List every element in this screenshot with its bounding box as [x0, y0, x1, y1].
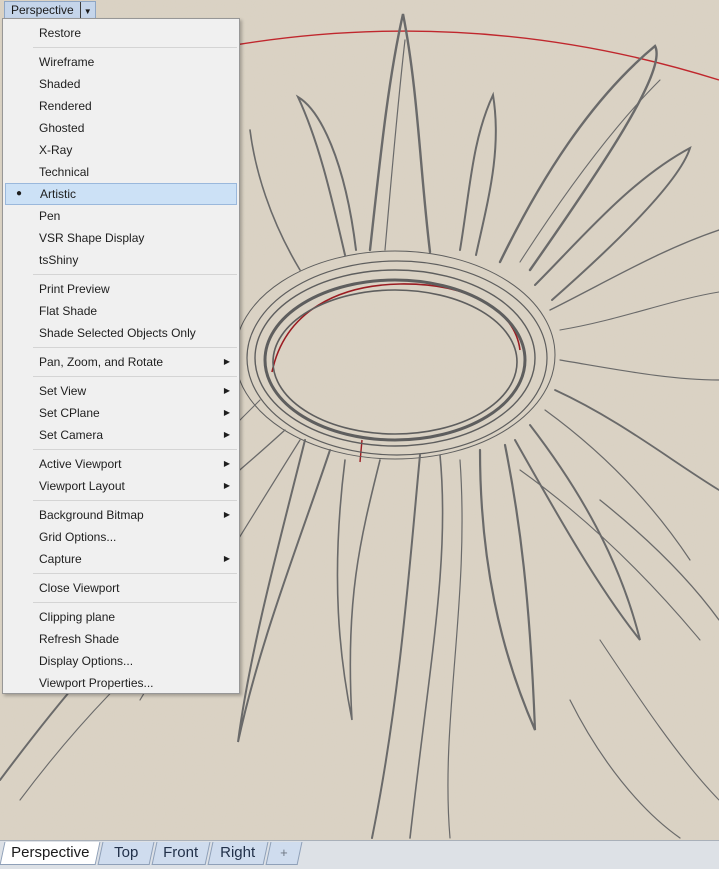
menu-item-background-bitmap[interactable]: Background Bitmap ▶	[5, 504, 237, 526]
menu-item-tsshiny[interactable]: tsShiny	[5, 249, 237, 271]
menu-item-flat-shade[interactable]: Flat Shade	[5, 300, 237, 322]
perspective-viewport[interactable]: Perspective ▼ Restore Wireframe Shaded Rend…	[0, 0, 719, 840]
menu-item-grid-options[interactable]: Grid Options...	[5, 526, 237, 548]
menu-item-label: X-Ray	[39, 143, 73, 157]
menu-item-label: Pan, Zoom, and Rotate	[39, 355, 164, 369]
menu-item-label: VSR Shape Display	[39, 231, 145, 245]
menu-item-label: Viewport Properties...	[39, 676, 154, 690]
menu-item-label: Shaded	[39, 77, 81, 91]
tab-top[interactable]: Top	[97, 842, 155, 865]
menu-item-label: Set Camera	[39, 428, 104, 442]
menu-item-label: Display Options...	[39, 654, 134, 668]
menu-item-label: Restore	[39, 26, 82, 40]
menu-item-pan-zoom-and-rotate[interactable]: Pan, Zoom, and Rotate ▶	[5, 351, 237, 373]
menu-item-ghosted[interactable]: Ghosted	[5, 117, 237, 139]
menu-item-x-ray[interactable]: X-Ray	[5, 139, 237, 161]
menu-item-technical[interactable]: Technical	[5, 161, 237, 183]
menu-separator	[33, 602, 237, 603]
menu-item-label: Wireframe	[39, 55, 95, 69]
menu-item-label: tsShiny	[39, 253, 79, 267]
menu-item-label: Background Bitmap	[39, 508, 144, 522]
submenu-arrow-icon: ▶	[223, 386, 230, 395]
menu-item-shade-selected-objects-only[interactable]: Shade Selected Objects Only	[5, 322, 237, 344]
tab-front-label: Front	[163, 844, 199, 861]
menu-item-label: Flat Shade	[39, 304, 98, 318]
menu-item-label: Set View	[39, 384, 87, 398]
menu-separator	[33, 47, 237, 48]
submenu-arrow-icon: ▶	[223, 459, 230, 468]
menu-item-display-options[interactable]: Display Options...	[5, 650, 237, 672]
menu-item-label: Print Preview	[39, 282, 110, 296]
menu-item-label: Ghosted	[39, 121, 85, 135]
menu-item-shaded[interactable]: Shaded	[5, 73, 237, 95]
menu-item-label: Capture	[39, 552, 82, 566]
submenu-arrow-icon: ▶	[223, 357, 230, 366]
menu-item-clipping-plane[interactable]: Clipping plane	[5, 606, 237, 628]
menu-item-label: Technical	[39, 165, 90, 179]
menu-item-active-viewport[interactable]: Active Viewport ▶	[5, 453, 237, 475]
menu-item-label: Active Viewport	[39, 457, 122, 471]
viewport-context-menu: Restore Wireframe Shaded Rendered Ghosted X-R…	[2, 18, 240, 694]
selected-bullet-icon: ●	[16, 188, 23, 199]
menu-item-print-preview[interactable]: Print Preview	[5, 278, 237, 300]
menu-item-label: Shade Selected Objects Only	[39, 326, 196, 340]
menu-item-viewport-layout[interactable]: Viewport Layout ▶	[5, 475, 237, 497]
submenu-arrow-icon: ▶	[223, 510, 230, 519]
menu-item-pen[interactable]: Pen	[5, 205, 237, 227]
menu-item-set-cplane[interactable]: Set CPlane ▶	[5, 402, 237, 424]
tab-front[interactable]: Front	[151, 842, 211, 865]
menu-item-viewport-properties[interactable]: Viewport Properties...	[5, 672, 237, 694]
menu-item-artistic[interactable]: ● Artistic	[5, 183, 237, 205]
submenu-arrow-icon: ▶	[223, 481, 230, 490]
menu-item-label: Clipping plane	[39, 610, 116, 624]
menu-item-vsr-shape-display[interactable]: VSR Shape Display	[5, 227, 237, 249]
menu-item-set-camera[interactable]: Set Camera ▶	[5, 424, 237, 446]
menu-item-wireframe[interactable]: Wireframe	[5, 51, 237, 73]
menu-item-label: Rendered	[39, 99, 92, 113]
tab-right[interactable]: Right	[207, 842, 269, 865]
add-tab-icon: +	[280, 845, 288, 860]
menu-item-rendered[interactable]: Rendered	[5, 95, 237, 117]
submenu-arrow-icon: ▶	[223, 408, 230, 417]
menu-item-set-view[interactable]: Set View ▶	[5, 380, 237, 402]
menu-separator	[33, 274, 237, 275]
menu-separator	[33, 347, 237, 348]
viewport-tab-bar: Perspective Top Front Right +	[0, 840, 719, 869]
tab-perspective[interactable]: Perspective	[0, 842, 101, 865]
menu-item-capture[interactable]: Capture ▶	[5, 548, 237, 570]
menu-item-refresh-shade[interactable]: Refresh Shade	[5, 628, 237, 650]
menu-item-label: Set CPlane	[39, 406, 100, 420]
menu-separator	[33, 500, 237, 501]
menu-item-label: Pen	[39, 209, 61, 223]
menu-item-label: Close Viewport	[39, 581, 120, 595]
menu-item-label: Viewport Layout	[39, 479, 125, 493]
menu-item-label: Refresh Shade	[39, 632, 120, 646]
tab-right-label: Right	[220, 844, 256, 861]
menu-separator	[33, 449, 237, 450]
menu-separator	[33, 573, 237, 574]
menu-item-label: Grid Options...	[39, 530, 117, 544]
menu-item-label: Artistic	[40, 187, 76, 201]
submenu-arrow-icon: ▶	[223, 554, 230, 563]
tab-perspective-label: Perspective	[10, 844, 90, 861]
add-tab-button[interactable]: +	[265, 842, 303, 865]
menu-item-restore[interactable]: Restore	[5, 22, 237, 44]
menu-separator	[33, 376, 237, 377]
submenu-arrow-icon: ▶	[223, 430, 230, 439]
tab-top-label: Top	[114, 844, 139, 861]
menu-item-close-viewport[interactable]: Close Viewport	[5, 577, 237, 599]
